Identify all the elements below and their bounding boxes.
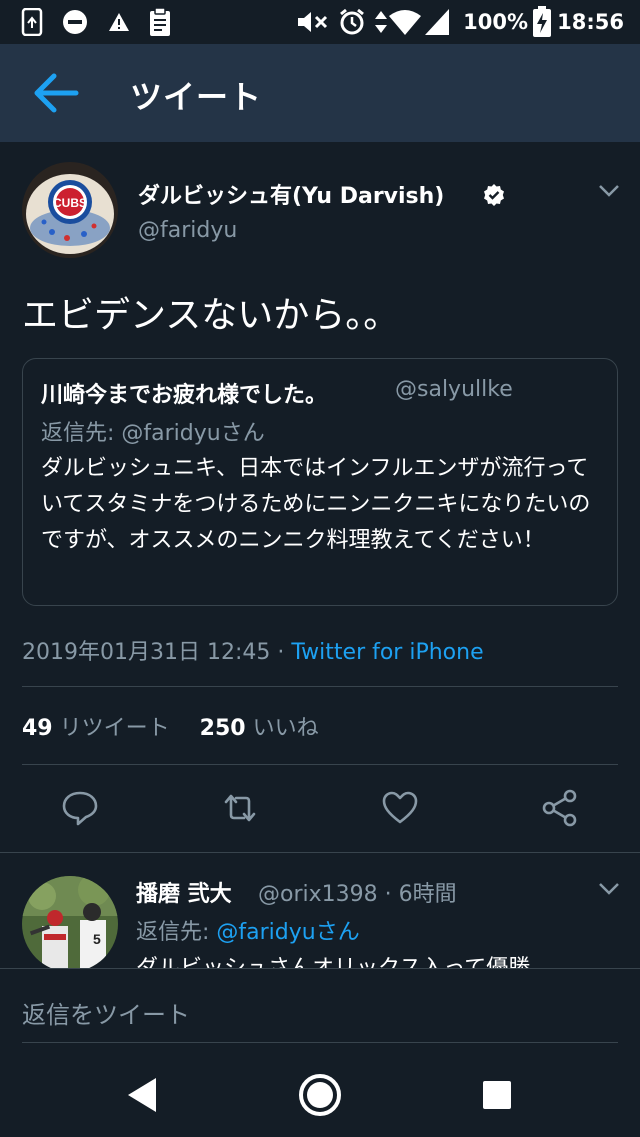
like-heart-icon[interactable] xyxy=(380,788,420,828)
author-avatar[interactable]: CUBS xyxy=(22,162,118,258)
quoted-author-name: 川崎今までお疲れ様でした。 xyxy=(41,383,328,408)
tweet-timestamp: 2019年01月31日 12:45 xyxy=(22,640,271,665)
retweet-label: リツイート xyxy=(59,716,170,741)
quoted-reply-to: 返信先: @faridyuさん xyxy=(41,421,265,446)
reply-compose-bar: 返信をツイート xyxy=(0,968,640,1052)
back-arrow-icon[interactable] xyxy=(30,70,82,116)
do-not-disturb-icon xyxy=(63,10,87,34)
share-icon[interactable] xyxy=(540,788,580,828)
avatar-text: CUBS xyxy=(53,196,87,210)
reply-text: ダルビッシュさんオリックス入って優勝 xyxy=(136,950,530,968)
reply-to-line: 返信先: @faridyuさん xyxy=(136,914,360,946)
divider xyxy=(22,686,618,687)
cubs-cake-avatar-image: CUBS xyxy=(22,162,118,258)
warning-icon xyxy=(109,13,129,31)
quoted-tweet-text: ダルビッシュニキ、日本ではインフルエンザが流行っていてスタミナをつけるためにニン… xyxy=(41,456,591,553)
tweet-stats: 49 リツイート 250 いいね xyxy=(22,710,319,742)
mute-icon xyxy=(298,12,328,32)
nav-recents-icon[interactable] xyxy=(474,1072,520,1118)
screen-rotate-icon xyxy=(21,8,43,36)
like-stat[interactable]: 250 いいね xyxy=(200,716,319,741)
baseball-players-avatar-image: 5 xyxy=(22,876,118,968)
like-label: いいね xyxy=(252,716,319,741)
meta-separator: · xyxy=(277,640,285,665)
quoted-tweet[interactable]: 川崎今までお疲れ様でした。 @salyullke 返信先: @faridyuさん… xyxy=(22,358,618,606)
data-arrows-icon xyxy=(375,11,387,33)
reply-tweet[interactable]: 5 播磨 弐大 @orix1398 · 6時間 返信先: @faridyuさん … xyxy=(0,852,640,968)
tweet-meta: 2019年01月31日 12:45 · Twitter for iPhone xyxy=(22,634,484,666)
status-bar: 100% 18:56 xyxy=(0,0,640,44)
reply-author-handle-time: @orix1398 · 6時間 xyxy=(258,882,457,907)
quoted-author-handle: @salyullke xyxy=(395,377,513,402)
nav-home-icon[interactable] xyxy=(297,1072,343,1118)
alarm-icon xyxy=(340,8,364,35)
status-time: 18:56 xyxy=(557,10,624,34)
clipboard-icon xyxy=(150,7,170,36)
reply-to-prefix: 返信先: xyxy=(136,920,217,945)
chevron-down-icon[interactable] xyxy=(598,184,620,198)
system-nav-bar xyxy=(0,1052,640,1137)
retweet-stat[interactable]: 49 リツイート xyxy=(22,716,170,741)
divider xyxy=(22,764,618,765)
page-title: ツイート xyxy=(130,78,263,116)
reply-author-name[interactable]: 播磨 弐大 xyxy=(136,876,232,908)
cell-signal-icon xyxy=(425,9,449,35)
reply-author-avatar[interactable]: 5 xyxy=(22,876,118,968)
nav-back-icon[interactable] xyxy=(120,1072,166,1118)
top-app-bar: ツイート xyxy=(0,44,640,142)
reply-icon[interactable] xyxy=(60,788,100,828)
svg-text:5: 5 xyxy=(93,931,101,947)
retweet-icon[interactable] xyxy=(220,788,260,828)
verified-badge-icon xyxy=(484,184,504,206)
like-count: 250 xyxy=(199,716,246,741)
battery-percent: 100% xyxy=(463,10,528,34)
chevron-down-icon[interactable] xyxy=(598,882,620,896)
tweet-text: エビデンスないから。。 xyxy=(22,295,400,336)
retweet-count: 49 xyxy=(22,716,53,741)
battery-charging-icon xyxy=(533,6,551,37)
author-handle[interactable]: @faridyu xyxy=(138,218,237,243)
tweet-source-link[interactable]: Twitter for iPhone xyxy=(291,640,483,665)
wifi-icon xyxy=(389,10,421,35)
author-name[interactable]: ダルビッシュ有(Yu Darvish) xyxy=(138,178,444,210)
reply-to-link[interactable]: @faridyuさん xyxy=(216,920,359,945)
reply-compose-input[interactable]: 返信をツイート xyxy=(22,995,618,1043)
